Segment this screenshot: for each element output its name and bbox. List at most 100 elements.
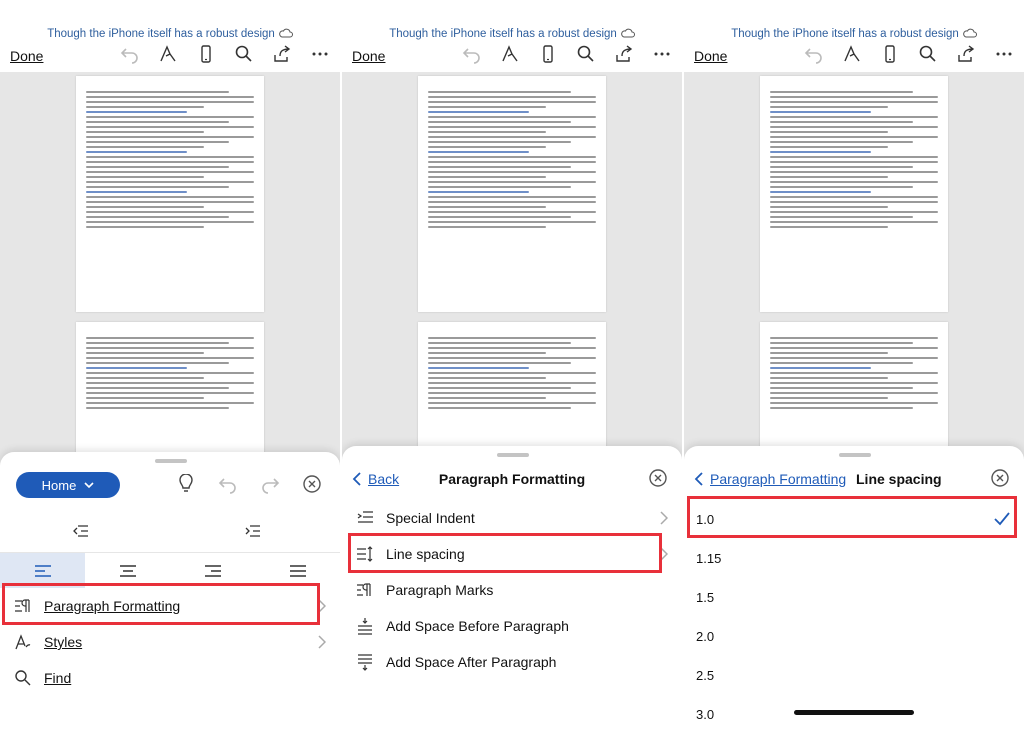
top-bar: Though the iPhone itself has a robust de… xyxy=(684,0,1024,72)
decrease-indent-icon[interactable] xyxy=(72,522,90,540)
search-icon[interactable] xyxy=(576,44,596,64)
align-right-button[interactable] xyxy=(170,553,255,588)
align-center-button[interactable] xyxy=(85,553,170,588)
undo-icon[interactable] xyxy=(462,44,482,64)
sheet-grabber[interactable] xyxy=(155,459,187,463)
close-icon[interactable] xyxy=(302,474,322,494)
menu-item-special-indent[interactable]: Special Indent xyxy=(342,500,682,536)
home-ribbon-sheet: Home Paragraph Formatting Styles Find xyxy=(0,452,340,729)
document-page xyxy=(760,322,948,462)
line-spacing-option[interactable]: 2.5 xyxy=(684,655,1024,695)
menu-item-line-spacing[interactable]: Line spacing xyxy=(342,536,682,572)
toolbar xyxy=(462,44,672,64)
align-right-icon xyxy=(204,564,221,577)
menu-item-space-before[interactable]: Add Space Before Paragraph xyxy=(342,608,682,644)
menu-item-find[interactable]: Find xyxy=(0,660,340,696)
toolbar xyxy=(804,44,1014,64)
home-tab-dropdown[interactable]: Home xyxy=(16,472,120,498)
line-spacing-option[interactable]: 1.5 xyxy=(684,577,1024,617)
panel-home-ribbon: Though the iPhone itself has a robust de… xyxy=(0,0,340,729)
mobile-view-icon[interactable] xyxy=(880,44,900,64)
close-icon[interactable] xyxy=(990,468,1010,488)
indent-controls xyxy=(0,522,340,546)
sheet-title: Line spacing xyxy=(856,471,942,487)
close-icon[interactable] xyxy=(648,468,668,488)
search-icon[interactable] xyxy=(918,44,938,64)
line-spacing-option[interactable]: 2.0 xyxy=(684,616,1024,656)
cloud-sync-icon xyxy=(278,28,293,38)
checkmark-icon xyxy=(994,512,1010,526)
draw-pen-icon[interactable] xyxy=(842,44,862,64)
toolbar xyxy=(120,44,330,64)
panel-paragraph-formatting: Though the iPhone itself has a robust de… xyxy=(342,0,682,729)
chevron-right-icon xyxy=(318,635,326,649)
search-icon[interactable] xyxy=(234,44,254,64)
paragraph-formatting-icon xyxy=(15,599,30,612)
document-page xyxy=(76,76,264,312)
sheet-actions xyxy=(176,474,322,494)
chevron-down-icon xyxy=(84,482,94,489)
document-title: Though the iPhone itself has a robust de… xyxy=(342,28,682,40)
increase-indent-icon[interactable] xyxy=(244,522,262,540)
sheet-grabber[interactable] xyxy=(497,453,529,457)
more-options-icon[interactable] xyxy=(994,44,1014,64)
done-button[interactable]: Done xyxy=(694,48,727,64)
menu-item-paragraph-formatting[interactable]: Paragraph Formatting xyxy=(0,588,340,624)
document-title: Though the iPhone itself has a robust de… xyxy=(684,28,1024,40)
align-left-icon xyxy=(34,564,51,577)
share-icon[interactable] xyxy=(956,44,976,64)
document-title: Though the iPhone itself has a robust de… xyxy=(0,28,340,40)
alignment-controls xyxy=(0,552,340,588)
more-options-icon[interactable] xyxy=(652,44,672,64)
special-indent-icon xyxy=(357,511,373,523)
document-page xyxy=(418,76,606,312)
cloud-sync-icon xyxy=(620,28,635,38)
line-spacing-icon xyxy=(357,546,373,562)
chevron-left-icon xyxy=(694,472,703,486)
space-after-icon xyxy=(358,654,372,671)
search-icon xyxy=(15,670,31,686)
document-page xyxy=(760,76,948,312)
more-options-icon[interactable] xyxy=(310,44,330,64)
cloud-sync-icon xyxy=(962,28,977,38)
top-bar: Though the iPhone itself has a robust de… xyxy=(0,0,340,72)
sheet-header: Back Paragraph Formatting xyxy=(342,468,682,492)
top-bar: Though the iPhone itself has a robust de… xyxy=(342,0,682,72)
menu-item-styles[interactable]: Styles xyxy=(0,624,340,660)
align-left-button[interactable] xyxy=(0,553,85,588)
document-page xyxy=(418,322,606,462)
justify-icon xyxy=(289,564,306,577)
draw-pen-icon[interactable] xyxy=(158,44,178,64)
mobile-view-icon[interactable] xyxy=(196,44,216,64)
lightbulb-icon[interactable] xyxy=(176,474,196,494)
justify-button[interactable] xyxy=(255,553,340,588)
screenshot-collage: Though the iPhone itself has a robust de… xyxy=(0,0,1024,729)
styles-icon xyxy=(15,634,31,650)
home-indicator xyxy=(794,710,914,715)
mobile-view-icon[interactable] xyxy=(538,44,558,64)
done-button[interactable]: Done xyxy=(10,48,43,64)
space-before-icon xyxy=(358,618,372,635)
chevron-right-icon xyxy=(660,511,668,525)
menu-item-paragraph-marks[interactable]: Paragraph Marks xyxy=(342,572,682,608)
line-spacing-option[interactable]: 1.15 xyxy=(684,538,1024,578)
sheet-grabber[interactable] xyxy=(839,453,871,457)
document-page xyxy=(76,322,264,462)
done-button[interactable]: Done xyxy=(352,48,385,64)
line-spacing-option[interactable]: 1.0 xyxy=(684,499,1024,539)
undo-icon[interactable] xyxy=(804,44,824,64)
align-center-icon xyxy=(119,564,136,577)
chevron-right-icon xyxy=(660,547,668,561)
share-icon[interactable] xyxy=(614,44,634,64)
draw-pen-icon[interactable] xyxy=(500,44,520,64)
back-button[interactable]: Paragraph Formatting xyxy=(694,471,846,487)
chevron-right-icon xyxy=(318,599,326,613)
share-icon[interactable] xyxy=(272,44,292,64)
undo-icon[interactable] xyxy=(120,44,140,64)
panel-line-spacing: Though the iPhone itself has a robust de… xyxy=(684,0,1024,729)
line-spacing-sheet: Paragraph Formatting Line spacing 1.0 1.… xyxy=(684,446,1024,729)
sheet-header: Paragraph Formatting Line spacing xyxy=(684,468,1024,492)
redo-icon[interactable] xyxy=(260,474,280,494)
menu-item-space-after[interactable]: Add Space After Paragraph xyxy=(342,644,682,680)
undo-icon[interactable] xyxy=(218,474,238,494)
